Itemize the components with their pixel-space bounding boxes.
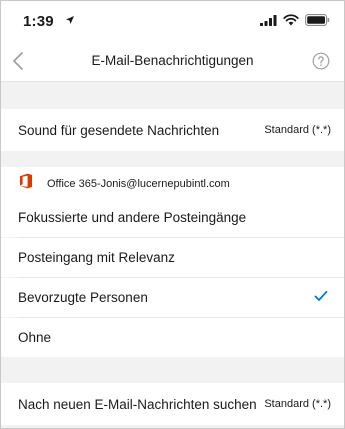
status-time: 1:39: [23, 13, 54, 30]
new-mail-check-value: Standard (*.*): [264, 398, 331, 410]
option-label: Bevorzugte Personen: [18, 290, 148, 305]
navigation-bar: E-Mail-Benachrichtigungen: [1, 41, 344, 82]
sound-sent-value: Standard (*.*): [264, 124, 331, 136]
settings-screen: 1:39 E-Mail-Benachrichtigungen Sound für…: [0, 0, 345, 429]
status-bar: 1:39: [1, 1, 344, 41]
signal-icon: [260, 14, 277, 26]
status-icons: [260, 14, 330, 26]
option-favorite-people[interactable]: Bevorzugte Personen: [1, 278, 344, 317]
help-icon[interactable]: [312, 52, 330, 70]
sound-sent-row[interactable]: Sound für gesendete Nachrichten Standard…: [1, 109, 344, 151]
new-mail-check-row[interactable]: Nach neuen E-Mail-Nachrichten suchen Sta…: [1, 383, 344, 425]
option-focused-other[interactable]: Fokussierte und andere Posteingänge: [1, 197, 344, 237]
account-header: Office 365-Jonis@lucernepubintl.com: [1, 167, 344, 197]
option-label: Fokussierte und andere Posteingänge: [18, 210, 247, 225]
option-label: Ohne: [18, 330, 52, 345]
office-icon: [20, 173, 32, 189]
new-mail-check-label: Nach neuen E-Mail-Nachrichten suchen: [18, 397, 257, 412]
sound-sent-label: Sound für gesendete Nachrichten: [18, 123, 220, 138]
option-relevance[interactable]: Posteingang mit Relevanz: [1, 238, 344, 277]
option-none[interactable]: Ohne: [1, 318, 344, 357]
battery-icon: [305, 14, 330, 26]
option-label: Posteingang mit Relevanz: [18, 250, 175, 265]
page-title: E-Mail-Benachrichtigungen: [91, 53, 254, 68]
checkmark-icon: [314, 290, 328, 301]
location-arrow-icon: [66, 16, 74, 24]
account-email: Office 365-Jonis@lucernepubintl.com: [47, 178, 230, 190]
wifi-icon: [283, 14, 299, 26]
